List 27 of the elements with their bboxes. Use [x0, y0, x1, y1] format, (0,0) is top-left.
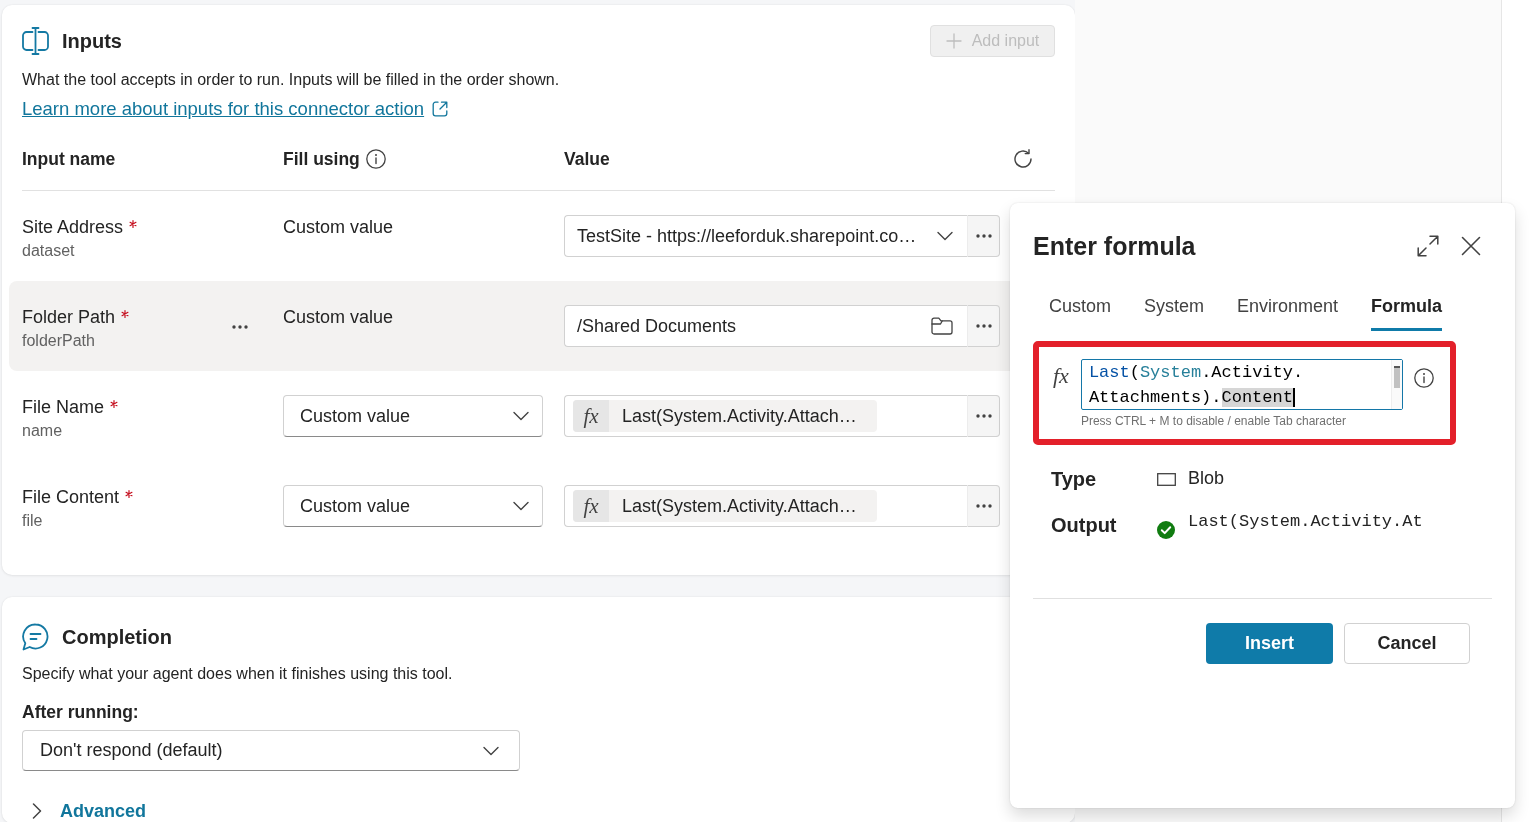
detail-label: Output — [1051, 513, 1118, 538]
input-name: Site Address — [22, 216, 124, 240]
field-label: After running: — [22, 701, 140, 724]
fill-using-text: Custom value — [283, 216, 395, 240]
editor-hint: Press CTRL + M to disable / enable Tab character — [1080, 413, 1348, 429]
parameter-name: name — [22, 421, 64, 442]
type-value: Blob — [1188, 467, 1225, 491]
fx-icon: fx — [573, 490, 609, 523]
fill-using-text: Custom value — [283, 306, 395, 330]
section-description: Specify what your agent does when it finishes using this tool. — [22, 664, 454, 684]
parameter-name: folderPath — [22, 331, 96, 352]
section-title: Inputs — [62, 29, 122, 54]
dialog-title: Enter formula — [1033, 231, 1196, 262]
input-name: File Content — [22, 486, 120, 510]
parameter-name: dataset — [22, 241, 76, 262]
column-header: Value — [564, 148, 610, 171]
column-header: Input name — [22, 148, 116, 171]
fx-icon: fx — [1053, 363, 1069, 389]
fx-icon: fx — [573, 400, 609, 433]
parameter-name: file — [22, 511, 44, 532]
section-description: What the tool accepts in order to run. Inputs will be filled in the order shown. — [22, 70, 561, 90]
input-name: Folder Path — [22, 306, 116, 330]
output-value: Last(System.Activity.At — [1188, 511, 1423, 533]
column-header: Fill using — [283, 148, 360, 171]
input-name: File Name — [22, 396, 105, 420]
detail-label: Type — [1051, 467, 1098, 492]
section-title: Completion — [62, 625, 172, 650]
